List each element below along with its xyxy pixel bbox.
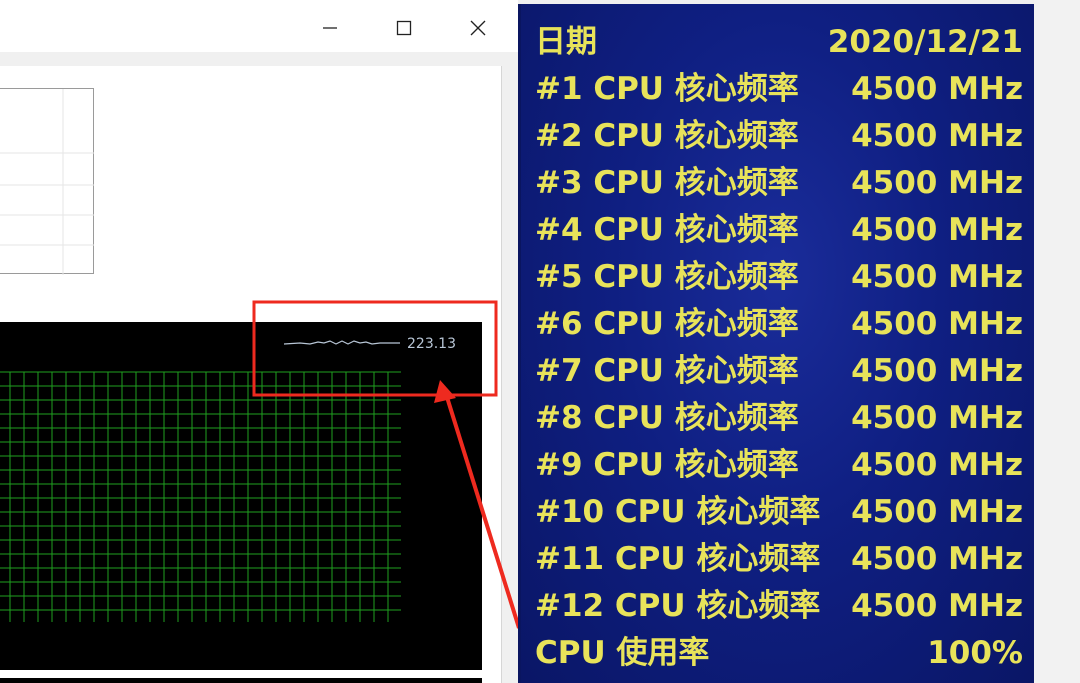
maximize-icon xyxy=(396,20,412,36)
minimize-icon xyxy=(323,27,337,29)
osd-row-label: #5 CPU 核心频率 xyxy=(535,259,799,295)
osd-row: #8 CPU 核心频率 4500 MHz xyxy=(535,395,1023,441)
desktop-edge xyxy=(1034,0,1080,683)
graph-value: 223.13 xyxy=(407,336,456,352)
small-grid-box xyxy=(0,88,94,275)
osd-row: #11 CPU 核心频率 4500 MHz xyxy=(535,536,1023,582)
monitor-graph: 223.13 xyxy=(0,322,482,670)
osd-row-value: 4500 MHz xyxy=(851,118,1023,154)
minimize-button[interactable] xyxy=(308,6,352,50)
osd-row: #7 CPU 核心频率 4500 MHz xyxy=(535,348,1023,394)
osd-row-value: 4500 MHz xyxy=(851,400,1023,436)
osd-row: #2 CPU 核心频率 4500 MHz xyxy=(535,113,1023,159)
osd-row: #3 CPU 核心频率 4500 MHz xyxy=(535,160,1023,206)
small-grid-lines xyxy=(0,89,94,275)
content-panel: 223.13 xyxy=(0,66,502,683)
osd-row-value: 100% xyxy=(927,635,1023,671)
osd-row-value: 4500 MHz xyxy=(851,447,1023,483)
osd-row: #10 CPU 核心频率 4500 MHz xyxy=(535,489,1023,535)
osd-row-value: 4500 MHz xyxy=(851,306,1023,342)
graph-trace xyxy=(283,340,400,345)
osd-panel: 日期 2020/12/21 #1 CPU 核心频率 4500 MHz #2 CPU 核心… xyxy=(518,4,1034,683)
osd-row-value: 4500 MHz xyxy=(851,541,1023,577)
osd-row-label: #2 CPU 核心频率 xyxy=(535,118,799,154)
osd-row: #9 CPU 核心频率 4500 MHz xyxy=(535,442,1023,488)
osd-row-value: 4500 MHz xyxy=(851,212,1023,248)
title-bar xyxy=(0,0,518,52)
osd-row: 日期 2020/12/21 xyxy=(535,19,1023,65)
maximize-button[interactable] xyxy=(382,6,426,50)
osd-row-label: CPU 使用率 xyxy=(535,635,710,671)
osd-row-label: #1 CPU 核心频率 xyxy=(535,71,799,107)
osd-row-value: 4500 MHz xyxy=(851,494,1023,530)
osd-row-value: 4500 MHz xyxy=(851,165,1023,201)
osd-row-label: #12 CPU 核心频率 xyxy=(535,588,821,624)
osd-row-value: 4500 MHz xyxy=(851,71,1023,107)
osd-row: #5 CPU 核心频率 4500 MHz xyxy=(535,254,1023,300)
osd-row: #4 CPU 核心频率 4500 MHz xyxy=(535,207,1023,253)
osd-row-label: #6 CPU 核心频率 xyxy=(535,306,799,342)
osd-row: #1 CPU 核心频率 4500 MHz xyxy=(535,66,1023,112)
osd-row-label: #3 CPU 核心频率 xyxy=(535,165,799,201)
osd-row-label: #4 CPU 核心频率 xyxy=(535,212,799,248)
app-window: 223.13 xyxy=(0,0,518,683)
osd-row-value: 4500 MHz xyxy=(851,353,1023,389)
close-button[interactable] xyxy=(456,6,500,50)
close-icon xyxy=(470,20,486,36)
osd-row: #12 CPU 核心频率 4500 MHz xyxy=(535,583,1023,629)
osd-row-value: 2020/12/21 xyxy=(827,24,1023,60)
osd-row: #6 CPU 核心频率 4500 MHz xyxy=(535,301,1023,347)
osd-row-label: #11 CPU 核心频率 xyxy=(535,541,821,577)
osd-row-label: #8 CPU 核心频率 xyxy=(535,400,799,436)
osd-row-label: 日期 xyxy=(535,24,597,60)
osd-row-value: 4500 MHz xyxy=(851,259,1023,295)
osd-row-value: 4500 MHz xyxy=(851,588,1023,624)
graph-grid xyxy=(0,340,401,622)
osd-row: CPU 使用率 100% xyxy=(535,630,1023,676)
osd-row-label: #10 CPU 核心频率 xyxy=(535,494,821,530)
osd-row-label: #9 CPU 核心频率 xyxy=(535,447,799,483)
graph-bottom-strip xyxy=(0,678,482,683)
osd-row-label: #7 CPU 核心频率 xyxy=(535,353,799,389)
